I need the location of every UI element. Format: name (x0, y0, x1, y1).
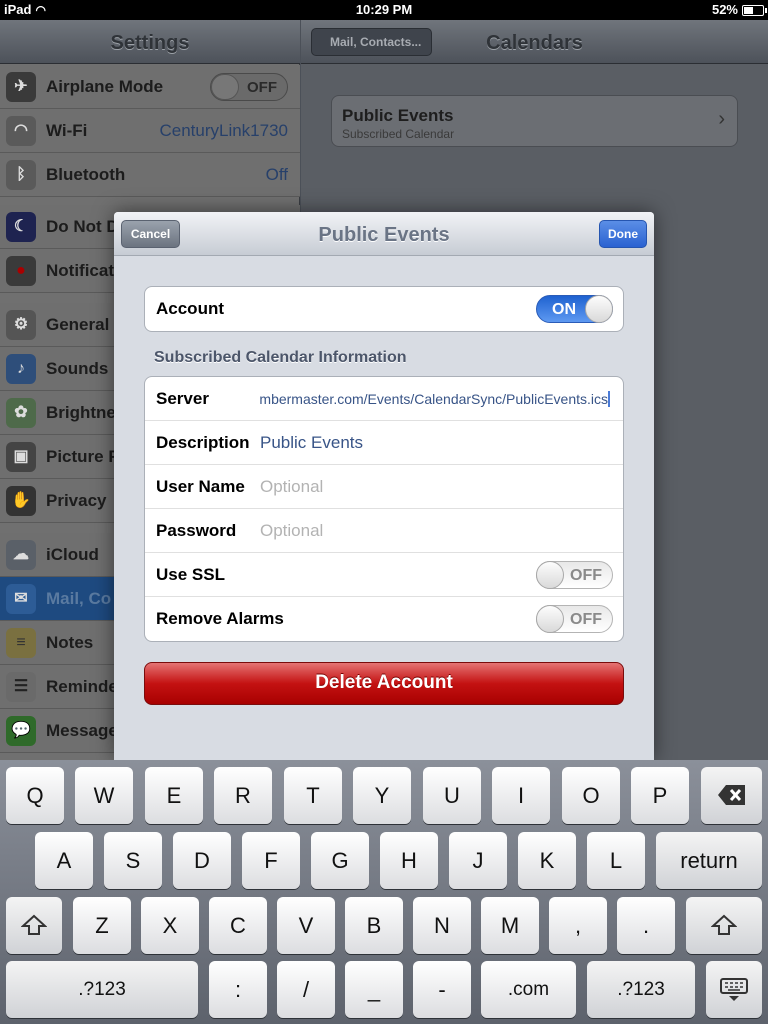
mail-icon: ✉ (6, 584, 36, 614)
done-button[interactable]: Done (599, 220, 647, 248)
delete-key[interactable] (701, 767, 762, 824)
key-l[interactable]: L (587, 832, 645, 889)
key-g[interactable]: G (311, 832, 369, 889)
key-comma[interactable]: , (549, 897, 607, 954)
reminders-icon: ☰ (6, 672, 36, 702)
server-input[interactable]: mbermaster.com/Events/CalendarSync/Publi… (260, 391, 610, 407)
wifi-icon: ◠ (6, 116, 36, 146)
remove-alarms-toggle[interactable]: OFF (536, 605, 613, 633)
key-u[interactable]: U (423, 767, 481, 824)
key-underscore[interactable]: _ (345, 961, 403, 1018)
section-header: Subscribed Calendar Information (154, 349, 407, 366)
flower-icon: ✿ (6, 398, 36, 428)
notes-icon: ≡ (6, 628, 36, 658)
use-ssl-toggle[interactable]: OFF (536, 561, 613, 589)
use-ssl-row: Use SSL OFF (145, 553, 623, 597)
settings-title: Settings (110, 32, 190, 54)
key-c[interactable]: C (209, 897, 267, 954)
key-a[interactable]: A (35, 832, 93, 889)
gear-icon: ⚙ (6, 310, 36, 340)
hand-icon: ✋ (6, 486, 36, 516)
cloud-icon: ☁ (6, 540, 36, 570)
key-f[interactable]: F (242, 832, 300, 889)
key-d[interactable]: D (173, 832, 231, 889)
clock: 10:29 PM (355, 2, 413, 17)
key-h[interactable]: H (380, 832, 438, 889)
moon-icon: ☾ (6, 212, 36, 242)
speaker-icon: ♪ (6, 354, 36, 384)
remove-alarms-row: Remove Alarms OFF (145, 597, 623, 641)
server-row: Server mbermaster.com/Events/CalendarSyn… (145, 377, 623, 421)
bluetooth-icon: ᛒ (6, 160, 36, 190)
key-s[interactable]: S (104, 832, 162, 889)
numbers-key-right[interactable]: .?123 (587, 961, 695, 1018)
key-period[interactable]: . (617, 897, 675, 954)
key-j[interactable]: J (449, 832, 507, 889)
key-k[interactable]: K (518, 832, 576, 889)
delete-account-button[interactable]: Delete Account (144, 662, 624, 705)
numbers-key-left[interactable]: .?123 (6, 961, 198, 1018)
battery-percent: 52% (711, 2, 738, 17)
return-key[interactable]: return (656, 832, 762, 889)
password-row: Password Optional (145, 509, 623, 553)
shift-icon (20, 914, 48, 941)
dotcom-key[interactable]: .com (481, 961, 576, 1018)
airplane-icon: ✈ (6, 72, 36, 102)
shift-left-key[interactable] (6, 897, 62, 954)
picture-frame-icon: ▣ (6, 442, 36, 472)
username-input[interactable]: Optional (260, 477, 323, 497)
key-n[interactable]: N (413, 897, 471, 954)
keyboard: Q W E R T Y U I O P A S D F G H J K L re… (0, 760, 768, 1024)
key-slash[interactable]: / (277, 961, 335, 1018)
account-row: Account ON (145, 287, 623, 331)
key-hyphen[interactable]: - (413, 961, 471, 1018)
backspace-icon (717, 785, 747, 811)
settings-group-connectivity: ✈ Airplane Mode OFF ◠ Wi-Fi CenturyLink1… (0, 65, 300, 197)
key-v[interactable]: V (277, 897, 335, 954)
status-bar: iPad ◠ 10:29 PM 52% (0, 0, 768, 20)
calendars-navbar: Mail, Contacts... Calendars (301, 20, 768, 64)
modal-title: Public Events (318, 224, 450, 246)
account-group: Account ON (144, 286, 624, 332)
description-row: Description Public Events (145, 421, 623, 465)
key-p[interactable]: P (631, 767, 689, 824)
sidebar-item-wifi[interactable]: ◠ Wi-Fi CenturyLink1730 (0, 109, 300, 153)
public-events-row[interactable]: Public Events Subscribed Calendar › (331, 95, 738, 147)
modal-navbar: Cancel Public Events Done (114, 212, 654, 256)
key-y[interactable]: Y (353, 767, 411, 824)
key-r[interactable]: R (214, 767, 272, 824)
sidebar-item-airplane-mode[interactable]: ✈ Airplane Mode OFF (0, 65, 300, 109)
key-m[interactable]: M (481, 897, 539, 954)
key-b[interactable]: B (345, 897, 403, 954)
key-z[interactable]: Z (73, 897, 131, 954)
description-input[interactable]: Public Events (260, 433, 363, 453)
key-w[interactable]: W (75, 767, 133, 824)
key-t[interactable]: T (284, 767, 342, 824)
messages-icon: 💬 (6, 716, 36, 746)
key-e[interactable]: E (145, 767, 203, 824)
notifications-icon: ● (6, 256, 36, 286)
shift-icon (710, 914, 738, 941)
key-q[interactable]: Q (6, 767, 64, 824)
username-row: User Name Optional (145, 465, 623, 509)
password-input[interactable]: Optional (260, 521, 323, 541)
airplane-mode-switch[interactable]: OFF (210, 73, 288, 101)
keyboard-hide-icon (719, 978, 749, 1007)
chevron-right-icon: › (718, 108, 725, 130)
hide-keyboard-key[interactable] (706, 961, 762, 1018)
public-events-modal: Cancel Public Events Done Account ON Sub… (114, 212, 654, 760)
sidebar-item-bluetooth[interactable]: ᛒ Bluetooth Off (0, 153, 300, 197)
key-x[interactable]: X (141, 897, 199, 954)
calendars-title: Calendars (486, 32, 583, 54)
account-toggle[interactable]: ON (536, 295, 613, 323)
settings-navbar: Settings (0, 20, 300, 64)
calendar-info-group: Server mbermaster.com/Events/CalendarSyn… (144, 376, 624, 642)
key-colon[interactable]: : (209, 961, 267, 1018)
key-i[interactable]: I (492, 767, 550, 824)
battery-icon (742, 5, 767, 16)
shift-right-key[interactable] (686, 897, 762, 954)
key-o[interactable]: O (562, 767, 620, 824)
